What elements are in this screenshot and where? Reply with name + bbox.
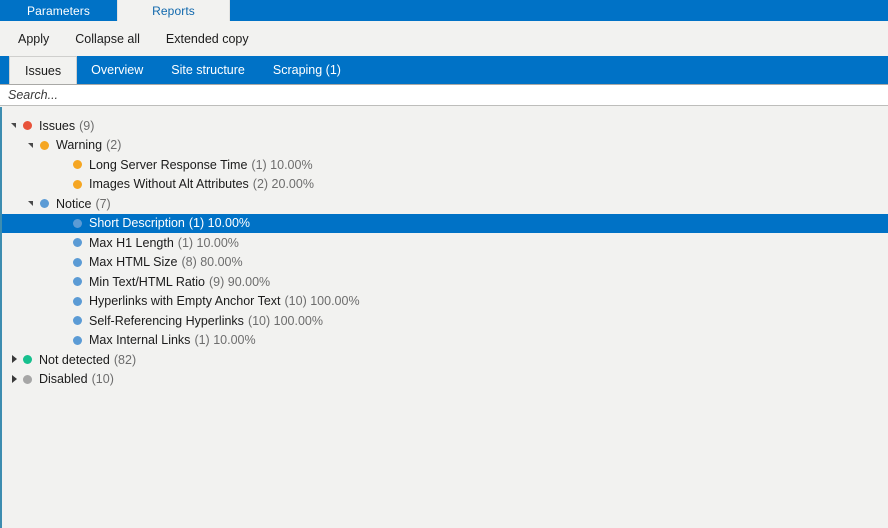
tree-item-count: (10) bbox=[91, 372, 114, 387]
tree-item[interactable]: Max Internal Links (1) 10.00% bbox=[2, 331, 888, 351]
collapse-all-button[interactable]: Collapse all bbox=[75, 32, 140, 46]
tree-item-label: Notice bbox=[56, 196, 92, 211]
tree-item-count: (2) bbox=[106, 138, 122, 153]
status-dot-warning bbox=[73, 160, 82, 170]
status-dot-notice bbox=[73, 277, 82, 287]
tree-item-label: Images Without Alt Attributes bbox=[89, 177, 249, 192]
tree-item[interactable]: Disabled (10) bbox=[2, 370, 888, 390]
tree-item-label: Min Text/HTML Ratio bbox=[89, 274, 206, 289]
status-dot-notice bbox=[40, 199, 49, 209]
expand-arrow-down-icon[interactable] bbox=[7, 116, 23, 135]
status-dot-warning bbox=[40, 140, 49, 150]
status-dot-warning bbox=[73, 179, 82, 189]
status-dot-notice bbox=[73, 316, 82, 326]
expand-arrow-right-icon[interactable] bbox=[7, 370, 23, 389]
tree-item-label: Self-Referencing Hyperlinks bbox=[89, 313, 244, 328]
tree-item-count: (7) bbox=[95, 196, 111, 211]
tree-item-count: (1) 10.00% bbox=[251, 157, 313, 172]
tree-item-label: Max Internal Links bbox=[89, 333, 191, 348]
tab-issues[interactable]: Issues bbox=[9, 56, 78, 84]
tree-item-count: (1) 10.00% bbox=[177, 235, 239, 250]
issues-tree-panel[interactable]: Issues (9) Warning (2) Long Server Response … bbox=[0, 107, 888, 528]
toolbar: Apply Collapse all Extended copy bbox=[0, 21, 888, 56]
tree-item-count: (8) 80.00% bbox=[181, 255, 243, 270]
tab-scraping[interactable]: Scraping (1) bbox=[259, 56, 355, 84]
tree-item-label: Not detected bbox=[39, 352, 110, 367]
status-dot-notice bbox=[73, 296, 82, 306]
window-tab-parameters[interactable]: Parameters bbox=[0, 0, 117, 21]
tree-item-label: Max HTML Size bbox=[89, 255, 178, 270]
tree-item[interactable]: Self-Referencing Hyperlinks (10) 100.00% bbox=[2, 311, 888, 331]
window-tab-bar: Parameters Reports bbox=[0, 0, 888, 21]
status-dot-notice bbox=[73, 257, 82, 267]
window-tab-parameters-label: Parameters bbox=[26, 3, 91, 18]
tree-item[interactable]: Notice (7) bbox=[2, 194, 888, 214]
status-dot-disabled bbox=[23, 374, 32, 384]
tab-site-structure-label: Site structure bbox=[171, 63, 245, 77]
expand-arrow-down-icon[interactable] bbox=[24, 194, 40, 213]
tab-scraping-label: Scraping (1) bbox=[272, 63, 341, 77]
status-dot-not-detected bbox=[23, 355, 32, 365]
status-dot-notice bbox=[73, 218, 82, 228]
tree-item-label: Max H1 Length bbox=[89, 235, 174, 250]
tree-item-label: Hyperlinks with Empty Anchor Text bbox=[89, 294, 281, 309]
search-input[interactable] bbox=[0, 85, 888, 105]
tree-item-label: Short Description bbox=[89, 216, 185, 231]
status-dot-notice bbox=[73, 335, 82, 345]
tree-item-count: (9) 90.00% bbox=[209, 274, 271, 289]
issues-tree: Issues (9) Warning (2) Long Server Response … bbox=[2, 107, 888, 389]
tree-item[interactable]: Max HTML Size (8) 80.00% bbox=[2, 253, 888, 273]
tree-item[interactable]: Short Description (1) 10.00% bbox=[2, 213, 888, 233]
tree-item-count: (10) 100.00% bbox=[247, 313, 323, 328]
tab-overview-label: Overview bbox=[91, 63, 144, 77]
tree-item-count: (9) bbox=[79, 118, 95, 133]
expand-arrow-right-icon[interactable] bbox=[7, 350, 23, 369]
tree-item-count: (82) bbox=[113, 352, 137, 367]
tree-item-label: Warning bbox=[56, 138, 103, 153]
tree-item-label: Issues bbox=[39, 118, 76, 133]
expand-arrow-down-icon[interactable] bbox=[24, 136, 40, 155]
tree-item-count: (1) 10.00% bbox=[188, 216, 251, 231]
tree-item[interactable]: Hyperlinks with Empty Anchor Text (10) 10… bbox=[2, 292, 888, 312]
status-dot-error bbox=[23, 121, 32, 131]
window-tab-reports-label: Reports bbox=[152, 3, 195, 18]
search-bar bbox=[0, 84, 888, 106]
extended-copy-button[interactable]: Extended copy bbox=[166, 32, 249, 46]
tab-overview[interactable]: Overview bbox=[77, 56, 157, 84]
tab-issues-label: Issues bbox=[25, 63, 62, 78]
tree-item[interactable]: Warning (2) bbox=[2, 136, 888, 156]
window-tab-reports[interactable]: Reports bbox=[117, 0, 230, 21]
section-tab-bar: Issues Overview Site structure Scraping … bbox=[0, 56, 888, 84]
tree-item[interactable]: Images Without Alt Attributes (2) 20.00% bbox=[2, 175, 888, 195]
tree-item-count: (1) 10.00% bbox=[194, 333, 256, 348]
tree-item[interactable]: Not detected (82) bbox=[2, 350, 888, 370]
tree-item[interactable]: Long Server Response Time (1) 10.00% bbox=[2, 155, 888, 175]
tree-item-count: (10) 100.00% bbox=[284, 294, 360, 309]
tree-item-count: (2) 20.00% bbox=[252, 177, 314, 192]
status-dot-notice bbox=[73, 238, 82, 248]
tab-site-structure[interactable]: Site structure bbox=[157, 56, 259, 84]
tree-item[interactable]: Min Text/HTML Ratio (9) 90.00% bbox=[2, 272, 888, 292]
tree-item-label: Long Server Response Time bbox=[89, 157, 248, 172]
tree-item[interactable]: Issues (9) bbox=[2, 116, 888, 136]
apply-button[interactable]: Apply bbox=[18, 32, 49, 46]
tree-item-label: Disabled bbox=[39, 372, 88, 387]
app-window: Parameters Reports Apply Collapse all Ex… bbox=[0, 0, 888, 528]
tree-item[interactable]: Max H1 Length (1) 10.00% bbox=[2, 233, 888, 253]
